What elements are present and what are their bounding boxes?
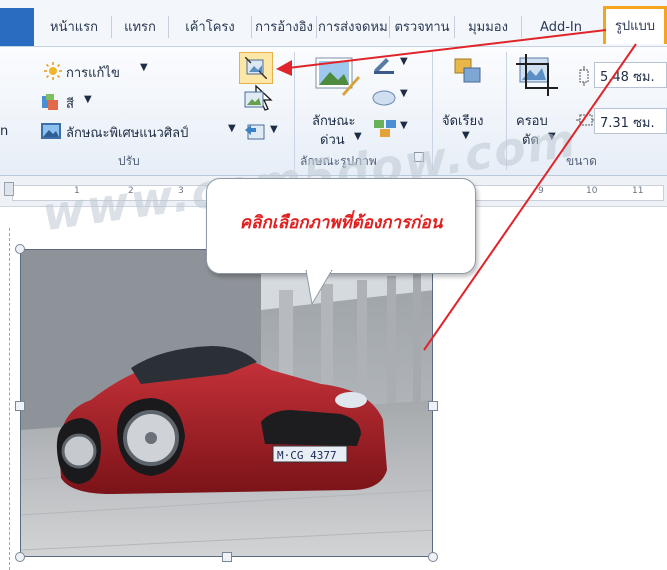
annotation-arrows bbox=[276, 29, 637, 351]
